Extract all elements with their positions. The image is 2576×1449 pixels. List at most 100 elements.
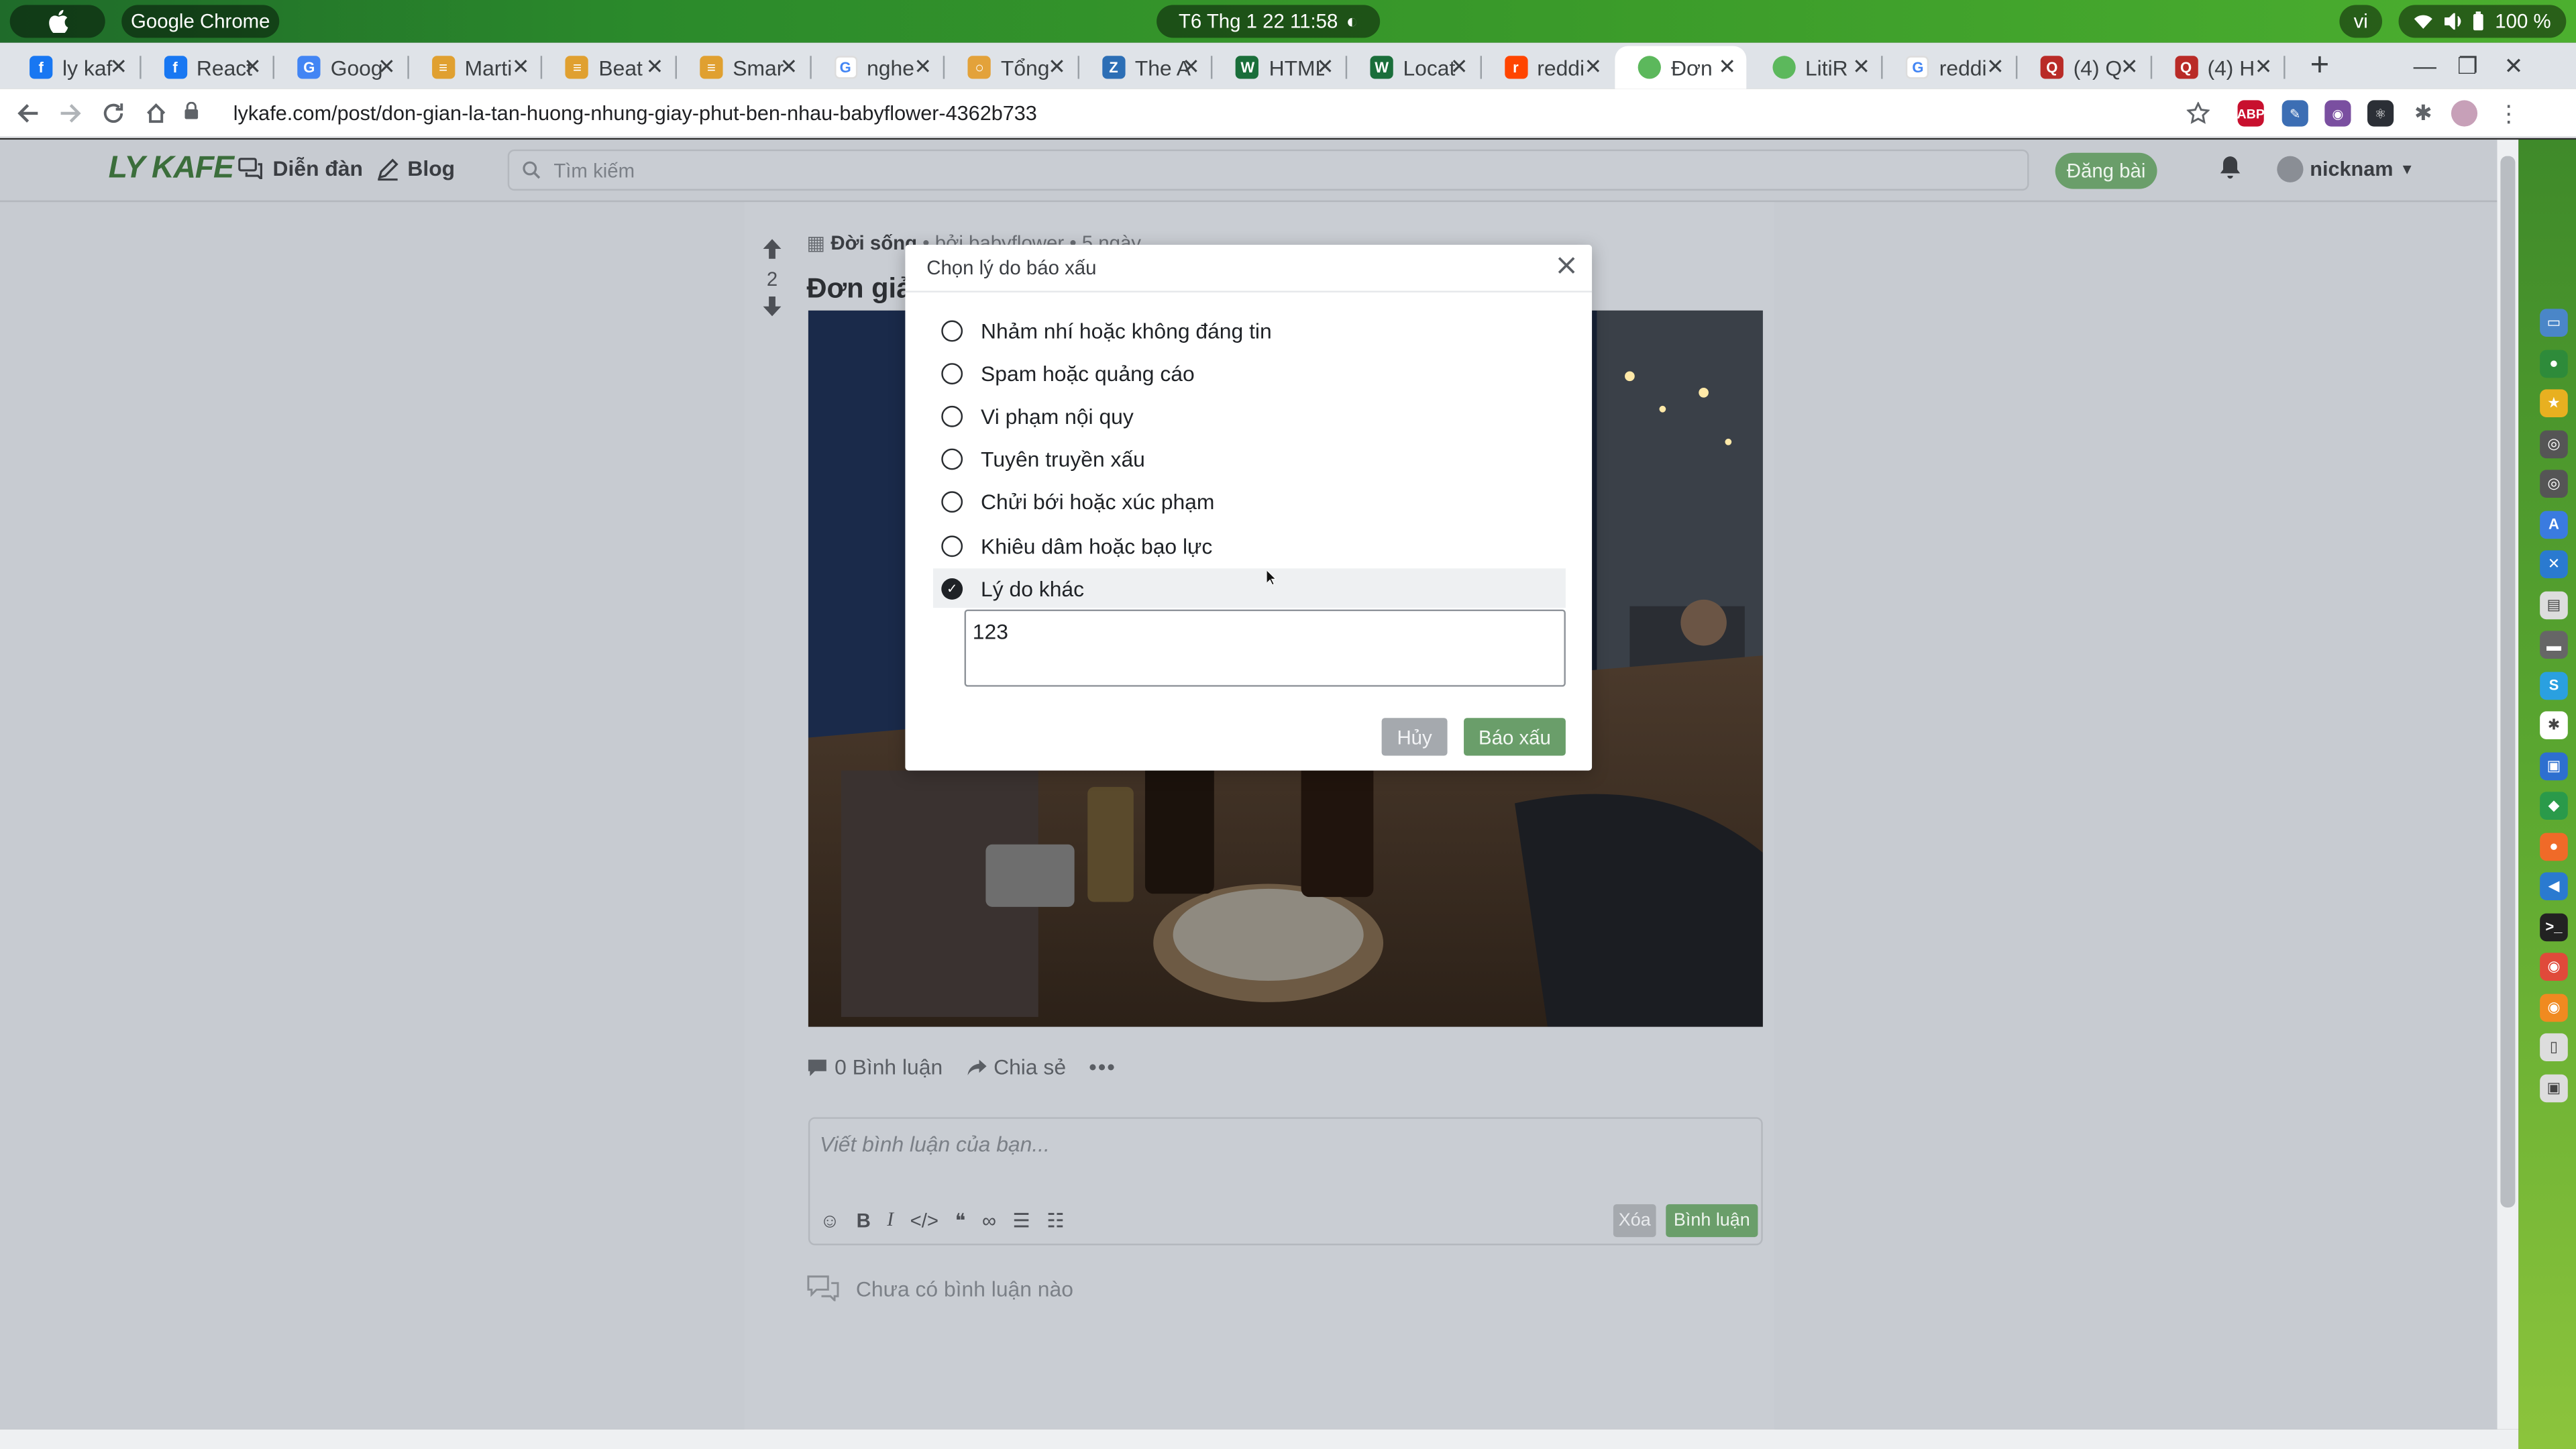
browser-tab[interactable]: Q (4) H ✕ [2151,46,2282,89]
leaf-icon[interactable]: ◆ [2540,792,2568,820]
other-reason-textarea[interactable] [964,609,1566,687]
report-reason-option[interactable]: Spam hoặc quảng cáo [933,354,1566,393]
bookmark-star-button[interactable] [2180,95,2216,131]
tab-close-icon[interactable]: ✕ [378,54,396,80]
browser-tab[interactable]: ○ Tổng ✕ [945,46,1076,89]
home-button[interactable] [138,95,174,131]
vscode-icon[interactable]: ◀ [2540,872,2568,901]
report-reason-option[interactable]: ✓ Lý do khác [933,568,1566,608]
tab-close-icon[interactable]: ✕ [1852,54,1870,80]
radio-unchecked-icon[interactable] [941,405,963,427]
tab-close-icon[interactable]: ✕ [1450,54,1468,80]
disk-icon[interactable]: ◎ [2540,429,2568,458]
screenshot-icon[interactable]: ▣ [2540,1073,2568,1102]
minimize-window-button[interactable]: — [2408,46,2441,86]
tab-separator [2284,56,2286,79]
tab-close-icon[interactable]: ✕ [1585,54,1603,80]
browser-tab[interactable]: Đơn ✕ [1615,46,1746,89]
firefox-icon[interactable]: ◉ [2540,993,2568,1022]
tab-close-icon[interactable]: ✕ [2255,54,2273,80]
browser-tab[interactable]: Gnghe ✕ [811,46,942,89]
adblock-extension-icon[interactable]: ABP [2237,100,2265,127]
report-reason-option[interactable]: Chửi bới hoặc xúc phạm [933,483,1566,523]
apple-menu-button[interactable] [9,5,105,38]
horizontal-scrollbar[interactable] [0,1429,2519,1449]
browser-tab[interactable]: ≡ Beat ✕ [543,46,674,89]
tab-close-icon[interactable]: ✕ [1182,54,1200,80]
browser-tab[interactable]: Z The A ✕ [1079,46,1210,89]
forward-button[interactable] [52,95,89,131]
green-circle-icon[interactable]: ● [2540,349,2568,378]
browser-tab[interactable]: W Locat ✕ [1347,46,1478,89]
tab-close-icon[interactable]: ✕ [780,54,798,80]
drive-icon[interactable]: ▬ [2540,631,2568,659]
tab-close-icon[interactable]: ✕ [1718,54,1736,80]
scrollbar-thumb[interactable] [2500,156,2516,1208]
postman-icon[interactable]: ● [2540,832,2568,861]
browser-tab[interactable]: LitiR ✕ [1750,46,1880,89]
browser-tab[interactable]: G Goog ✕ [274,46,405,89]
close-icon[interactable] [1558,253,1576,282]
tab-close-icon[interactable]: ✕ [646,54,664,80]
pen-extension-icon[interactable]: ✎ [2282,100,2308,127]
report-reason-option[interactable]: Khiêu dâm hoặc bạo lực [933,526,1566,566]
text-editor-icon[interactable]: ▤ [2540,590,2568,619]
extension-icon[interactable]: ◉ [2324,100,2351,127]
radio-unchecked-icon[interactable] [941,448,963,470]
tab-close-icon[interactable]: ✕ [914,54,932,80]
trash-icon[interactable]: ▯ [2540,1033,2568,1062]
radio-unchecked-icon[interactable] [941,362,963,384]
close-window-button[interactable]: ✕ [2497,46,2530,86]
report-reason-option[interactable]: Nhảm nhí hoặc không đáng tin [933,311,1566,350]
arrow-right-icon [60,104,81,123]
tab-close-icon[interactable]: ✕ [109,54,127,80]
files-icon[interactable]: ▭ [2540,309,2568,337]
puzzle-extensions-icon[interactable]: ✱ [2410,100,2436,126]
slack-icon[interactable]: ✱ [2540,711,2568,740]
vertical-scrollbar[interactable] [2497,140,2519,1430]
browser-tab[interactable]: f ly kaf ✕ [7,46,138,89]
report-reason-option[interactable]: Vi phạm nội quy [933,396,1566,436]
tab-close-icon[interactable]: ✕ [1048,54,1066,80]
browser-tab[interactable]: r reddi ✕ [1481,46,1612,89]
address-bar[interactable]: lykafe.com/post/don-gian-la-tan-huong-nh… [184,94,2224,133]
radio-checked-icon[interactable]: ✓ [941,578,963,600]
disk-icon[interactable]: ◎ [2540,470,2568,498]
chrome-menu-button[interactable]: ⋮ [2491,95,2527,131]
browser-tab[interactable]: W HTML ✕ [1213,46,1344,89]
browser-tab[interactable]: Greddi ✕ [1884,46,2015,89]
tab-close-icon[interactable]: ✕ [2121,54,2139,80]
active-app-label[interactable]: Google Chrome [121,5,280,38]
browser-tab[interactable]: f React ✕ [141,46,272,89]
report-reason-option[interactable]: Tuyên truyền xấu [933,439,1566,479]
new-tab-button[interactable]: + [2303,46,2336,86]
browser-tab[interactable]: ≡ Marti ✕ [409,46,539,89]
chat-icon[interactable]: ▣ [2540,751,2568,780]
radio-unchecked-icon[interactable] [941,319,963,341]
terminal-icon[interactable]: >_ [2540,912,2568,941]
back-button[interactable] [10,95,46,131]
report-button[interactable]: Báo xấu [1464,718,1566,756]
star-app-icon[interactable]: ★ [2540,389,2568,418]
maximize-window-button[interactable]: ❐ [2451,46,2484,86]
reload-button[interactable] [95,95,131,131]
browser-tab[interactable]: Q (4) Q ✕ [2017,46,2148,89]
radio-unchecked-icon[interactable] [941,491,963,513]
profile-avatar[interactable] [2451,100,2478,127]
tab-close-icon[interactable]: ✕ [1316,54,1334,80]
clock[interactable]: T6 Thg 1 22 11:58 ◐ [1157,5,1381,38]
react-devtools-icon[interactable]: ⚛ [2367,100,2394,127]
app-store-icon[interactable]: A [2540,510,2568,539]
tab-close-icon[interactable]: ✕ [512,54,530,80]
system-status[interactable]: 100 % [2398,5,2567,38]
input-language[interactable]: vi [2339,5,2383,38]
skype-icon[interactable]: S [2540,671,2568,700]
tab-close-icon[interactable]: ✕ [244,54,262,80]
circle-icon: ○ [967,56,991,79]
tab-close-icon[interactable]: ✕ [1986,54,2004,80]
vscode-blue-icon[interactable]: ✕ [2540,550,2568,579]
radio-unchecked-icon[interactable] [941,535,963,556]
browser-tab[interactable]: ≡ Smar ✕ [677,46,808,89]
cancel-button[interactable]: Hủy [1381,718,1448,756]
chrome-icon[interactable]: ◉ [2540,953,2568,981]
